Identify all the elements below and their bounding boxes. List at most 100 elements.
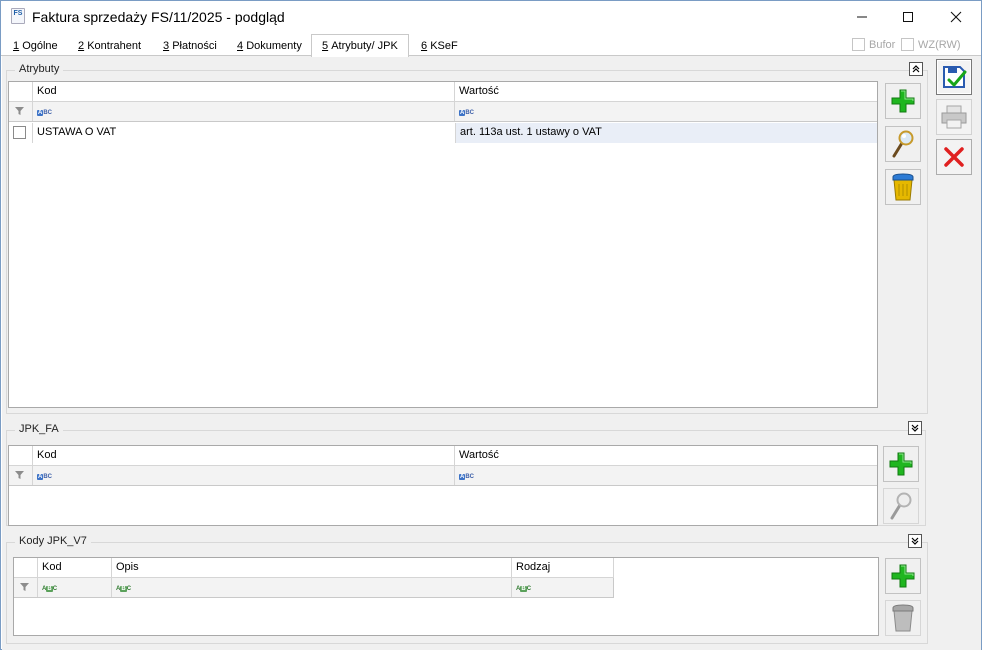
filter-kod-input[interactable]: ABC bbox=[33, 102, 455, 121]
plus-icon bbox=[891, 564, 915, 588]
row-selector bbox=[9, 123, 33, 143]
close-button[interactable] bbox=[933, 1, 979, 33]
kody-jpk-v7-expand-button[interactable] bbox=[908, 534, 922, 548]
maximize-button[interactable] bbox=[885, 1, 931, 33]
column-header-kod[interactable]: Kod bbox=[33, 446, 455, 465]
tab-content: Atrybuty Kod Wartość ABC ABC USTAWA O VA… bbox=[2, 56, 981, 650]
tab-label: Płatności bbox=[172, 40, 217, 52]
trash-bin-icon bbox=[892, 604, 914, 632]
maximize-icon bbox=[903, 12, 913, 22]
print-button[interactable] bbox=[936, 99, 972, 135]
close-icon bbox=[950, 11, 962, 23]
kody-jpk-v7-grid-header: Kod Opis Rodzaj bbox=[14, 558, 614, 578]
minimize-button[interactable] bbox=[839, 1, 885, 33]
tab-ogolne[interactable]: 1 Ogólne bbox=[13, 36, 58, 56]
delete-attribute-button[interactable] bbox=[885, 169, 921, 205]
jpk-fa-expand-button[interactable] bbox=[908, 421, 922, 435]
tab-label: Ogólne bbox=[22, 40, 58, 52]
header-selector-cell bbox=[9, 446, 33, 465]
column-header-kod[interactable]: Kod bbox=[33, 82, 455, 101]
column-header-wartosc[interactable]: Wartość bbox=[455, 446, 877, 465]
text-filter-icon: ABC bbox=[37, 474, 53, 480]
filter-kod-input[interactable]: ABC bbox=[33, 466, 455, 485]
tab-dokumenty[interactable]: 4 Dokumenty bbox=[237, 36, 302, 56]
view-jpk-fa-button[interactable] bbox=[883, 488, 919, 524]
atrybuty-collapse-button[interactable] bbox=[909, 62, 923, 76]
filter-wartosc-input[interactable]: ABC bbox=[455, 466, 877, 485]
text-filter-icon: ABC bbox=[459, 474, 475, 480]
bufor-checkbox[interactable]: Bufor bbox=[852, 38, 895, 51]
text-filter-icon: ABC bbox=[116, 586, 132, 592]
chevron-double-up-icon bbox=[912, 65, 920, 73]
tab-key: 1 bbox=[13, 40, 20, 52]
minimize-icon bbox=[857, 16, 867, 18]
atrybuty-legend: Atrybuty bbox=[15, 63, 64, 75]
tab-key: 5 bbox=[322, 40, 329, 52]
window-title: Faktura sprzedaży FS/11/2025 - podgląd bbox=[32, 9, 285, 25]
tab-atrybuty-jpk[interactable]: 5 Atrybuty/ JPK bbox=[311, 34, 409, 57]
tab-key: 4 bbox=[237, 40, 244, 52]
kody-jpk-v7-legend: Kody JPK_V7 bbox=[15, 535, 91, 547]
tab-label: Atrybuty/ JPK bbox=[331, 40, 398, 52]
magnifier-icon bbox=[892, 130, 914, 158]
add-attribute-button[interactable] bbox=[885, 83, 921, 119]
atrybuty-grid: Kod Wartość ABC ABC USTAWA O VAT art. 11… bbox=[8, 81, 878, 408]
column-header-rodzaj[interactable]: Rodzaj bbox=[512, 558, 614, 577]
atrybuty-grid-header: Kod Wartość bbox=[9, 82, 877, 102]
chevron-double-down-icon bbox=[911, 424, 919, 432]
filter-rodzaj-input[interactable]: ABC bbox=[512, 578, 614, 597]
column-header-wartosc[interactable]: Wartość bbox=[455, 82, 877, 101]
save-button[interactable] bbox=[936, 59, 972, 95]
table-row[interactable]: USTAWA O VAT art. 113a ust. 1 ustawy o V… bbox=[9, 123, 877, 143]
wz-checkbox-box bbox=[901, 38, 914, 51]
tab-label: Kontrahent bbox=[87, 40, 142, 52]
filter-cell[interactable] bbox=[14, 578, 38, 597]
tab-label: Dokumenty bbox=[246, 40, 302, 52]
add-jpk-v7-code-button[interactable] bbox=[885, 558, 921, 594]
app-icon: FS bbox=[11, 8, 25, 24]
printer-icon bbox=[941, 105, 967, 129]
filter-icon bbox=[20, 583, 29, 591]
add-jpk-fa-button[interactable] bbox=[883, 446, 919, 482]
filter-cell[interactable] bbox=[9, 466, 33, 485]
text-filter-icon: ABC bbox=[42, 586, 58, 592]
filter-kod-input[interactable]: ABC bbox=[38, 578, 112, 597]
plus-icon bbox=[889, 452, 913, 476]
filter-cell[interactable] bbox=[9, 102, 33, 121]
column-header-opis[interactable]: Opis bbox=[112, 558, 512, 577]
filter-icon bbox=[15, 107, 24, 115]
tab-platnosci[interactable]: 3 Płatności bbox=[163, 36, 217, 56]
text-filter-icon: ABC bbox=[37, 110, 53, 116]
jpk-fa-filter-row: ABC ABC bbox=[9, 466, 877, 486]
row-kod: USTAWA O VAT bbox=[37, 126, 117, 138]
jpk-fa-legend: JPK_FA bbox=[15, 423, 63, 435]
invoice-window: FS Faktura sprzedaży FS/11/2025 - podglą… bbox=[0, 0, 982, 650]
plus-icon bbox=[891, 89, 915, 113]
tab-key: 6 bbox=[421, 40, 428, 52]
column-header-kod[interactable]: Kod bbox=[38, 558, 112, 577]
header-selector-cell bbox=[14, 558, 38, 577]
header-selector-cell bbox=[9, 82, 33, 101]
filter-icon bbox=[15, 471, 24, 479]
magnifier-icon bbox=[890, 492, 912, 520]
filter-opis-input[interactable]: ABC bbox=[112, 578, 512, 597]
cancel-button[interactable] bbox=[936, 139, 972, 175]
tab-ksef[interactable]: 6 KSeF bbox=[421, 36, 458, 56]
chevron-double-down-icon bbox=[911, 537, 919, 545]
tab-kontrahent[interactable]: 2 Kontrahent bbox=[78, 36, 141, 56]
wz-label: WZ(RW) bbox=[918, 38, 961, 51]
jpk-fa-grid: Kod Wartość ABC ABC bbox=[8, 445, 878, 526]
atrybuty-filter-row: ABC ABC bbox=[9, 102, 877, 122]
bufor-checkbox-box bbox=[852, 38, 865, 51]
kody-jpk-v7-filter-row: ABC ABC ABC bbox=[14, 578, 614, 598]
title-bar: FS Faktura sprzedaży FS/11/2025 - podglą… bbox=[1, 1, 981, 33]
filter-wartosc-input[interactable]: ABC bbox=[455, 102, 877, 121]
wz-checkbox[interactable]: WZ(RW) bbox=[901, 38, 961, 51]
save-check-icon bbox=[943, 66, 967, 88]
tab-key: 2 bbox=[78, 40, 85, 52]
tab-key: 3 bbox=[163, 40, 170, 52]
view-attribute-button[interactable] bbox=[885, 126, 921, 162]
delete-jpk-v7-code-button[interactable] bbox=[885, 600, 921, 636]
kody-jpk-v7-grid: Kod Opis Rodzaj ABC ABC ABC bbox=[13, 557, 879, 636]
text-filter-icon: ABC bbox=[516, 586, 532, 592]
